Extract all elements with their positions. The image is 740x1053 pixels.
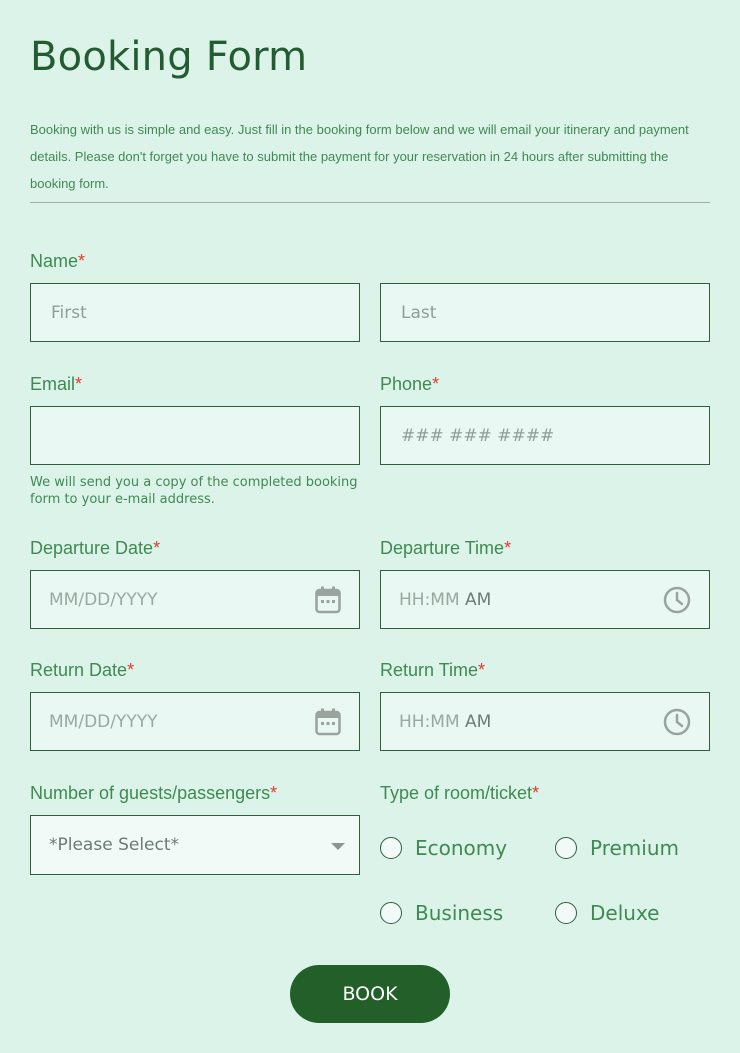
phone-field[interactable] [380,406,710,465]
page-title: Booking Form [30,34,308,80]
guests-select[interactable]: *Please Select* [30,815,360,875]
radio-label: Deluxe [590,901,660,925]
return-time-placeholder: HH:MM [399,711,460,732]
email-input[interactable] [49,424,333,447]
clock-icon[interactable] [663,586,691,619]
required-marker: * [532,783,540,803]
email-field[interactable] [30,406,360,465]
departure-date-field[interactable]: MM/DD/YYYY [30,570,360,629]
required-marker: * [504,538,512,558]
radio-business[interactable]: Business [380,901,503,925]
phone-label: Phone* [380,374,440,394]
required-marker: * [270,783,278,803]
required-marker: * [75,374,83,394]
guests-label: Number of guests/passengers* [30,783,278,803]
guests-selected-value: *Please Select* [49,835,180,855]
room-type-label: Type of room/ticket* [380,783,540,803]
required-marker: * [78,251,86,271]
return-date-field[interactable]: MM/DD/YYYY [30,692,360,751]
intro-text: Booking with us is simple and easy. Just… [30,122,689,191]
last-name-field[interactable] [380,283,710,342]
radio-button[interactable] [380,902,402,924]
last-name-input[interactable] [399,301,683,324]
email-help-text: We will send you a copy of the completed… [30,475,358,507]
radio-label: Business [415,901,504,925]
divider [30,202,710,203]
departure-time-placeholder: HH:MM [399,589,460,610]
phone-input[interactable] [399,424,683,447]
clock-icon[interactable] [663,708,691,741]
calendar-icon[interactable] [315,586,341,619]
first-name-field[interactable] [30,283,360,342]
email-label: Email* [30,374,83,394]
required-marker: * [153,538,161,558]
departure-ampm[interactable]: AM [465,590,491,610]
return-time-label: Return Time* [380,660,486,680]
name-label: Name* [30,251,86,271]
radio-button[interactable] [380,837,402,859]
departure-time-field[interactable]: HH:MM AM [380,570,710,629]
return-ampm[interactable]: AM [465,712,491,732]
required-marker: * [478,660,486,680]
book-button[interactable]: BOOK [290,965,450,1023]
radio-button[interactable] [555,837,577,859]
departure-date-placeholder: MM/DD/YYYY [49,589,158,610]
first-name-input[interactable] [49,301,333,324]
departure-time-label: Departure Time* [380,538,512,558]
return-time-field[interactable]: HH:MM AM [380,692,710,751]
chevron-down-icon[interactable] [331,843,345,850]
required-marker: * [432,374,440,394]
radio-premium[interactable]: Premium [555,836,679,860]
radio-deluxe[interactable]: Deluxe [555,901,659,925]
radio-label: Economy [415,836,508,860]
radio-label: Premium [590,836,679,860]
radio-button[interactable] [555,902,577,924]
radio-economy[interactable]: Economy [380,836,507,860]
return-date-placeholder: MM/DD/YYYY [49,711,158,732]
calendar-icon[interactable] [315,708,341,741]
return-date-label: Return Date* [30,660,135,680]
required-marker: * [127,660,135,680]
departure-date-label: Departure Date* [30,538,161,558]
